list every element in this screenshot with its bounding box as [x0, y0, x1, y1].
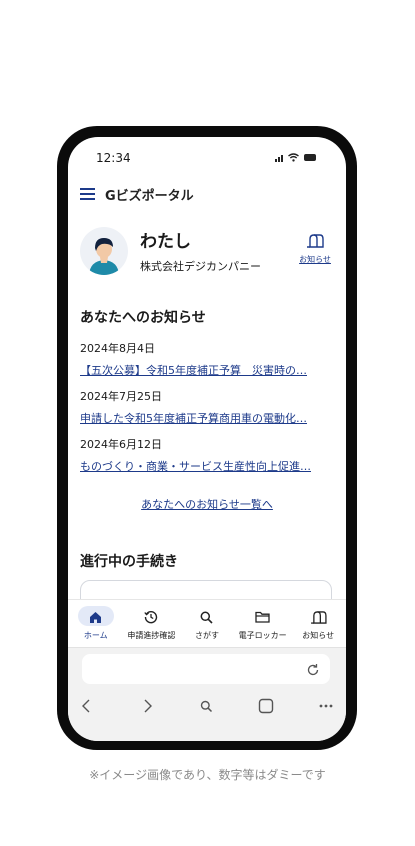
status-time: 12:34: [96, 151, 131, 165]
notice-date: 2024年7月25日: [80, 390, 162, 403]
notices-heading: あなたへのお知らせ: [80, 310, 206, 326]
tab-label: ホーム: [83, 631, 108, 640]
procedures-heading: 進行中の手続き: [80, 554, 178, 570]
phone-screen: 12:34 Gビズポータル わたし 株式会社デジカンパニー お知らせ あなたへの…: [68, 137, 346, 741]
mailbox-icon: [290, 607, 346, 627]
signal-icon: [275, 155, 283, 162]
notice-title-link[interactable]: 申請した令和5年度補正予算商用車の電動化…: [80, 410, 332, 426]
browser-chrome: [68, 647, 346, 741]
notice-title-link[interactable]: ものづくり・商業・サービス生産性向上促進…: [80, 458, 332, 474]
status-bar: 12:34: [68, 151, 346, 167]
tab-label: お知らせ: [302, 631, 335, 640]
tab-home[interactable]: ホーム: [68, 600, 124, 646]
status-icons: [275, 153, 316, 162]
notice-item[interactable]: 2024年8月4日 【五次公募】令和5年度補正予算 災害時の…: [80, 340, 332, 378]
user-name: わたし: [140, 232, 191, 252]
reload-icon[interactable]: [306, 662, 320, 676]
notice-date: 2024年6月12日: [80, 438, 162, 451]
home-icon: [68, 607, 124, 627]
forward-icon[interactable]: [138, 696, 158, 716]
notice-title-link[interactable]: 【五次公募】令和5年度補正予算 災害時の…: [80, 362, 332, 378]
browser-nav-row: [68, 696, 346, 718]
tab-label: 電子ロッカー: [238, 631, 287, 640]
notices-more-link[interactable]: あなたへのお知らせ一覧へ: [68, 496, 346, 512]
tabs-icon[interactable]: [256, 696, 276, 716]
avatar: [80, 227, 128, 275]
notice-shortcut-label: お知らせ: [299, 255, 331, 264]
address-bar[interactable]: [82, 654, 330, 684]
bottom-tab-bar: ホーム 申請進捗確認 さがす 電子ロッカー お知らせ: [68, 599, 346, 646]
wifi-icon: [288, 153, 299, 162]
tab-search[interactable]: さがす: [179, 600, 235, 646]
company-name: 株式会社デジカンパニー: [140, 260, 261, 273]
image-caption: ※イメージ画像であり、数字等はダミーです: [89, 768, 326, 782]
more-options-icon[interactable]: [316, 696, 336, 716]
app-bar: Gビズポータル: [80, 183, 334, 205]
history-icon: [124, 607, 180, 627]
back-icon[interactable]: [76, 696, 96, 716]
app-title: Gビズポータル: [105, 188, 194, 204]
tab-notices[interactable]: お知らせ: [290, 600, 346, 646]
notice-item[interactable]: 2024年6月12日 ものづくり・商業・サービス生産性向上促進…: [80, 436, 332, 474]
notice-shortcut[interactable]: お知らせ: [296, 233, 334, 265]
tab-label: さがす: [194, 631, 219, 640]
folder-icon: [235, 607, 291, 627]
search-icon[interactable]: [196, 696, 216, 716]
search-icon: [179, 607, 235, 627]
tab-label: 申請進捗確認: [127, 631, 176, 640]
notice-date: 2024年8月4日: [80, 342, 155, 355]
menu-icon[interactable]: [80, 188, 96, 200]
mailbox-icon: [307, 234, 324, 248]
tab-locker[interactable]: 電子ロッカー: [235, 600, 291, 646]
tab-application-status[interactable]: 申請進捗確認: [124, 600, 180, 646]
profile-section: わたし 株式会社デジカンパニー お知らせ: [80, 227, 334, 279]
notice-item[interactable]: 2024年7月25日 申請した令和5年度補正予算商用車の電動化…: [80, 388, 332, 426]
battery-icon: [304, 154, 316, 161]
